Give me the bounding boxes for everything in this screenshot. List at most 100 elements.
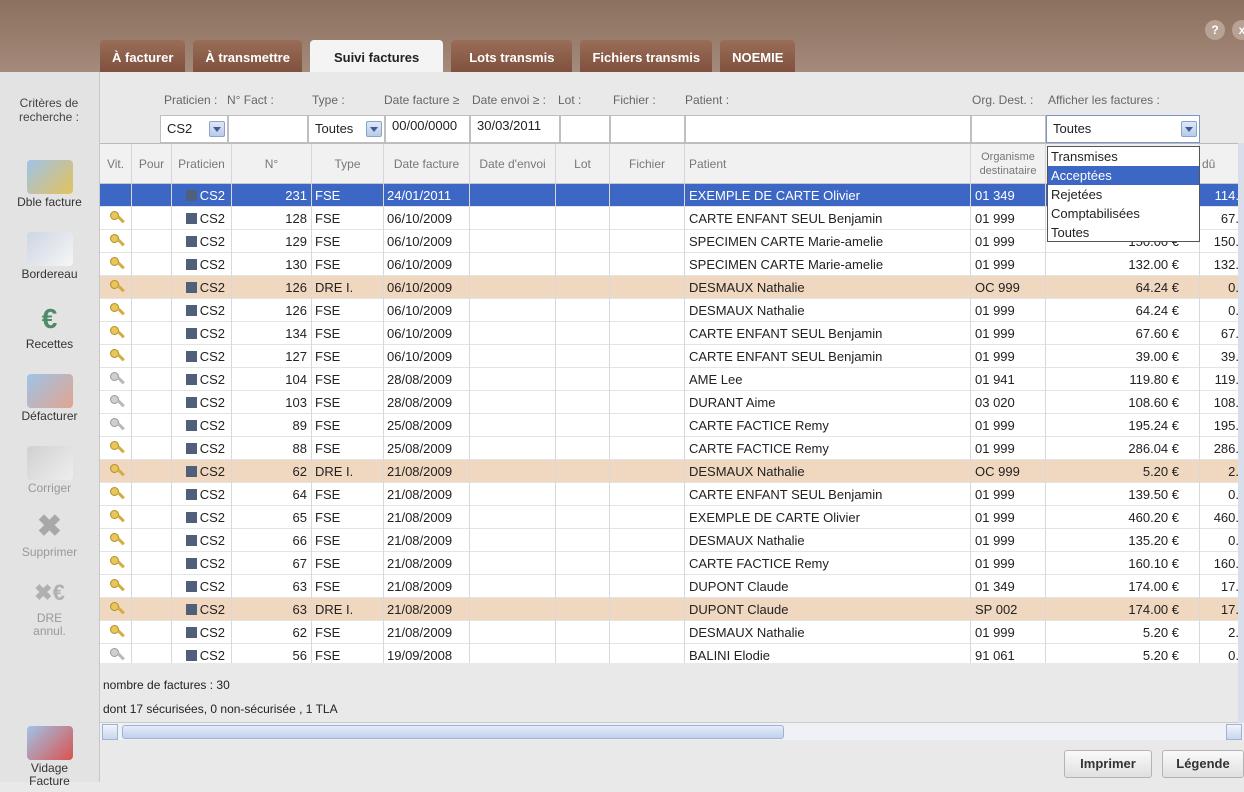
horizontal-scrollbar[interactable] — [100, 722, 1244, 740]
practitioner-text: CS2 — [199, 533, 225, 548]
col-pour[interactable]: Pour — [132, 144, 172, 184]
cell-pour — [132, 345, 172, 368]
delete-button[interactable]: ✖ Supprimer — [2, 506, 97, 576]
table-row[interactable]: CS2 89 FSE 25/08/2009 CARTE FACTICE Remy 01 9… — [100, 414, 1244, 437]
date-facture-input[interactable]: 00/00/0000 — [385, 115, 470, 143]
col-date-facture[interactable]: Date facture — [384, 144, 470, 184]
col-fichier[interactable]: Fichier — [610, 144, 685, 184]
duplicate-invoice-button[interactable]: Dble facture — [2, 156, 97, 226]
table-row[interactable]: CS2 126 DRE I. 06/10/2009 DESMAUX Nathalie OC… — [100, 276, 1244, 299]
table-row[interactable]: CS2 63 FSE 21/08/2009 DUPONT Claude 01 349 174… — [100, 575, 1244, 598]
table-row[interactable]: CS2 134 FSE 06/10/2009 CARTE ENFANT SEUL Ben… — [100, 322, 1244, 345]
table-row[interactable]: CS2 62 FSE 21/08/2009 DESMAUX Nathalie 01 999… — [100, 621, 1244, 644]
table-row[interactable]: CS2 65 FSE 21/08/2009 EXEMPLE DE CARTE Olivi… — [100, 506, 1244, 529]
cell-praticien: CS2 — [172, 322, 232, 345]
cell-amount: 5.20 € — [1046, 460, 1200, 483]
table-row[interactable]: CS2 56 FSE 19/09/2008 BALINI Elodie 91 061 5.2… — [100, 644, 1244, 663]
col-lot[interactable]: Lot — [556, 144, 610, 184]
scroll-left-icon[interactable] — [102, 724, 118, 740]
unbill-button[interactable]: Défacturer — [2, 370, 97, 440]
practitioner-text: CS2 — [199, 441, 225, 456]
practitioner-square-icon — [185, 466, 197, 477]
print-button[interactable]: Imprimer — [1064, 750, 1152, 778]
practitioner-square-icon — [185, 443, 197, 454]
option-toutes[interactable]: Toutes — [1048, 223, 1199, 242]
help-icon[interactable]: ? — [1205, 20, 1225, 40]
patient-input[interactable] — [685, 115, 971, 143]
cell-num: 231 — [232, 184, 312, 207]
option-acceptees[interactable]: Acceptées — [1048, 166, 1199, 185]
date-envoi-input[interactable]: 30/03/2011 — [470, 115, 560, 143]
cell-pour — [132, 598, 172, 621]
chevron-down-icon[interactable] — [1181, 121, 1197, 137]
col-vit[interactable]: Vit. — [100, 144, 132, 184]
tab-fichiers-transmis[interactable]: Fichiers transmis — [580, 40, 713, 72]
table-row[interactable]: CS2 103 FSE 28/08/2009 DURANT Aime 03 020 108.… — [100, 391, 1244, 414]
col-type[interactable]: Type — [312, 144, 384, 184]
cell-praticien: CS2 — [172, 460, 232, 483]
col-organisme[interactable]: Organisme destinataire — [971, 144, 1046, 184]
cell-date-facture: 21/08/2009 — [384, 552, 470, 575]
scroll-right-icon[interactable] — [1226, 724, 1242, 740]
afficher-filter-label: Afficher les factures : — [1048, 93, 1160, 107]
table-row[interactable]: CS2 104 FSE 28/08/2009 AME Lee 01 941 119.80 €… — [100, 368, 1244, 391]
praticien-select[interactable]: CS2 — [160, 115, 228, 143]
col-praticien[interactable]: Praticien — [172, 144, 232, 184]
cell-amount: 119.80 € — [1046, 368, 1200, 391]
cell-praticien: CS2 — [172, 644, 232, 663]
option-comptabilisees[interactable]: Comptabilisées — [1048, 204, 1199, 223]
type-select[interactable]: Toutes — [308, 115, 385, 143]
table-row[interactable]: CS2 88 FSE 25/08/2009 CARTE FACTICE Remy 01 9… — [100, 437, 1244, 460]
col-num[interactable]: N° — [232, 144, 312, 184]
table-row[interactable]: CS2 64 FSE 21/08/2009 CARTE ENFANT SEUL Benj… — [100, 483, 1244, 506]
legend-button[interactable]: Légende — [1162, 750, 1244, 778]
cell-lot — [556, 575, 610, 598]
tab-lots-transmis[interactable]: Lots transmis — [451, 40, 573, 72]
table-row[interactable]: CS2 62 DRE I. 21/08/2009 DESMAUX Nathalie OC … — [100, 460, 1244, 483]
tab-a-facturer[interactable]: À facturer — [100, 40, 186, 72]
invoice-count: nombre de factures : 30 — [103, 678, 230, 692]
option-transmises[interactable]: Transmises — [1048, 147, 1199, 166]
edit-button[interactable]: Corriger — [2, 442, 97, 512]
col-patient[interactable]: Patient — [685, 144, 971, 184]
table-row[interactable]: CS2 63 DRE I. 21/08/2009 DUPONT Claude SP 002… — [100, 598, 1244, 621]
tab-a-transmettre[interactable]: À transmettre — [193, 40, 302, 72]
cell-num: 62 — [232, 621, 312, 644]
edit-icon — [26, 446, 73, 480]
scroll-thumb[interactable] — [122, 725, 784, 739]
cell-date-facture: 06/10/2009 — [384, 230, 470, 253]
slip-button[interactable]: Bordereau — [2, 228, 97, 298]
cell-vit — [100, 345, 132, 368]
afficher-select[interactable]: Toutes — [1046, 115, 1200, 143]
org-dest-input[interactable] — [971, 115, 1046, 143]
cell-vit — [100, 276, 132, 299]
table-row[interactable]: CS2 127 FSE 06/10/2009 CARTE ENFANT SEUL Ben… — [100, 345, 1244, 368]
practitioner-square-icon — [185, 236, 197, 247]
col-date-envoi[interactable]: Date d'envoi — [470, 144, 556, 184]
cell-vit — [100, 322, 132, 345]
table-row[interactable]: CS2 130 FSE 06/10/2009 SPECIMEN CARTE Marie-… — [100, 253, 1244, 276]
fichier-input[interactable] — [610, 115, 685, 143]
vertical-scrollbar[interactable] — [1238, 143, 1244, 723]
receipts-button[interactable]: € Recettes — [2, 298, 97, 368]
num-fact-input[interactable] — [228, 115, 308, 143]
cell-patient: CARTE FACTICE Remy — [685, 437, 971, 460]
table-row[interactable]: CS2 67 FSE 21/08/2009 CARTE FACTICE Remy 01 9… — [100, 552, 1244, 575]
cell-patient: DURANT Aime — [685, 391, 971, 414]
cell-type: FSE — [312, 621, 384, 644]
key-icon — [110, 648, 119, 657]
table-row[interactable]: CS2 126 FSE 06/10/2009 DESMAUX Nathalie 01 99… — [100, 299, 1244, 322]
cell-praticien: CS2 — [172, 299, 232, 322]
cell-lot — [556, 506, 610, 529]
cell-praticien: CS2 — [172, 368, 232, 391]
chevron-down-icon[interactable] — [209, 121, 225, 137]
table-row[interactable]: CS2 66 FSE 21/08/2009 DESMAUX Nathalie 01 999… — [100, 529, 1244, 552]
practitioner-square-icon — [185, 374, 197, 385]
tab-noemie[interactable]: NOEMIE — [720, 40, 796, 72]
tab-suivi-factures[interactable]: Suivi factures — [309, 40, 444, 72]
chevron-down-icon[interactable] — [366, 121, 382, 137]
lot-input[interactable] — [560, 115, 610, 143]
cell-fichier — [610, 414, 685, 437]
cancel-dre-button[interactable]: ✖€ DRE annul. — [2, 572, 97, 642]
option-rejetees[interactable]: Rejetées — [1048, 185, 1199, 204]
